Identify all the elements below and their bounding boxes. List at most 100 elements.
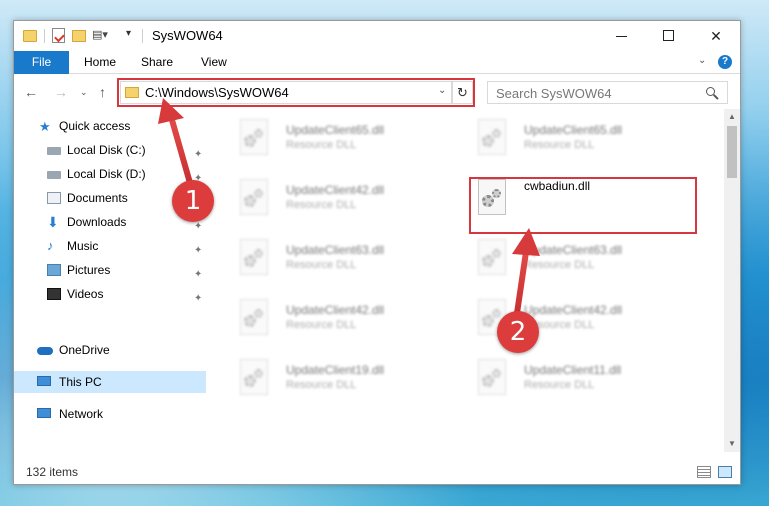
file-item[interactable]: UpdateClient19.dll Resource DLL [236,357,456,405]
item-count: 132 items [26,465,79,479]
file-name: UpdateClient42.dll [286,183,385,197]
scroll-up-icon[interactable]: ▲ [728,112,736,121]
up-button[interactable]: ↑ [99,84,106,100]
sidebar-item-label: Local Disk (D:) [67,167,146,181]
expand-ribbon-icon[interactable]: ⌄ [698,55,706,66]
properties-icon[interactable] [52,28,65,43]
file-type: Resource DLL [524,139,595,151]
maximize-icon [663,30,674,41]
dll-file-icon [236,359,272,403]
minimize-button[interactable] [599,21,645,51]
file-highlight-box [469,177,697,234]
title-bar: ▤▾ ▾ SysWOW64 ✕ [14,21,740,51]
sidebar-item-network[interactable]: Network [14,403,206,425]
file-type: Resource DLL [524,379,595,391]
close-icon: ✕ [710,28,722,44]
dll-file-icon [474,359,510,403]
sidebar-item-local-disk-d[interactable]: Local Disk (D:) ✦ [14,163,206,185]
file-name: UpdateClient63.dll [524,243,623,257]
tab-file[interactable]: File [14,51,69,74]
sidebar-item-label: Music [67,239,99,253]
toolbar-divider [44,29,45,43]
pictures-icon [47,264,61,276]
pin-icon[interactable]: ✦ [194,288,202,310]
sidebar-item-local-disk-c[interactable]: Local Disk (C:) ✦ [14,139,206,161]
sidebar-item-label: Pictures [67,263,111,277]
scroll-down-icon[interactable]: ▼ [728,439,736,448]
sidebar-item-label: Videos [67,287,104,301]
cloud-icon [37,347,53,355]
videos-icon [47,288,61,300]
customize-toolbar-icon[interactable]: ▾ [126,28,131,44]
sidebar-item-label: Documents [67,191,128,205]
dll-file-icon [474,119,510,163]
search-input[interactable]: Search SysWOW64 [487,81,728,104]
window-title: SysWOW64 [152,28,223,43]
file-name: UpdateClient63.dll [286,243,385,257]
navigation-pane: ★ Quick access Local Disk (C:) ✦ Local D… [14,109,210,452]
file-name: UpdateClient42.dll [524,303,623,317]
back-button[interactable]: ← [24,84,38,100]
ribbon-tabs: File Home Share View ⌄ ? [14,51,740,74]
details-view-icon[interactable] [697,466,711,478]
tab-share[interactable]: Share [129,51,185,74]
forward-button[interactable]: → [54,84,68,100]
disk-icon [47,171,61,179]
file-item[interactable]: UpdateClient65.dll Resource DLL [474,117,694,165]
dll-file-icon [236,179,272,223]
maximize-button[interactable] [646,21,692,51]
file-type: Resource DLL [286,199,357,211]
music-icon: ♪ [47,238,54,253]
sidebar-item-videos[interactable]: Videos ✦ [14,283,206,305]
step-1-badge: 1 [172,180,214,222]
file-name: UpdateClient19.dll [286,363,385,377]
disk-icon [47,147,61,155]
tab-view[interactable]: View [189,51,239,74]
sidebar-item-quick-access[interactable]: ★ Quick access [14,115,206,137]
vertical-scrollbar[interactable]: ▲ ▼ [724,109,740,452]
sidebar-item-label: Local Disk (C:) [67,143,146,157]
dll-file-icon [474,239,510,283]
network-icon [37,408,51,418]
scrollbar-thumb[interactable] [727,126,737,178]
sidebar-item-music[interactable]: ♪ Music ✦ [14,235,206,257]
file-name: UpdateClient42.dll [286,303,385,317]
large-icons-view-icon[interactable] [718,466,732,478]
star-icon: ★ [39,119,51,134]
sidebar-item-label: Network [59,407,104,421]
computer-icon [37,376,51,386]
file-item[interactable]: UpdateClient63.dll Resource DLL [236,237,456,285]
dll-file-icon [236,239,272,283]
documents-icon [47,192,61,204]
file-item[interactable]: UpdateClient42.dll Resource DLL [236,177,456,225]
sidebar-item-pictures[interactable]: Pictures ✦ [14,259,206,281]
view-options-icon[interactable]: ▤▾ [92,29,110,41]
help-icon[interactable]: ? [718,55,732,69]
file-name: UpdateClient65.dll [286,123,385,137]
search-placeholder: Search SysWOW64 [496,86,612,101]
title-divider [142,29,143,43]
new-folder-icon[interactable] [72,30,86,42]
sidebar-item-onedrive[interactable]: OneDrive [14,339,206,361]
sidebar-item-label: Quick access [59,119,131,133]
download-icon: ⬇ [47,214,59,230]
navigation-bar: ← → ⌄ ↑ C:\Windows\SysWOW64 ⌄ ↻ Search S… [14,75,740,109]
file-type: Resource DLL [524,259,595,271]
file-item[interactable]: UpdateClient11.dll Resource DLL [474,357,694,405]
file-item[interactable]: UpdateClient63.dll Resource DLL [474,237,694,285]
file-list: UpdateClient65.dll Resource DLL UpdateCl… [210,109,724,452]
folder-icon [23,30,37,42]
file-item[interactable]: UpdateClient42.dll Resource DLL [236,297,456,345]
close-button[interactable]: ✕ [693,21,739,51]
search-icon[interactable] [706,87,715,96]
sidebar-item-label: This PC [59,375,102,389]
file-type: Resource DLL [286,319,357,331]
sidebar-item-label: Downloads [67,215,127,229]
sidebar-item-label: OneDrive [59,343,110,357]
tab-home[interactable]: Home [72,51,128,74]
sidebar-item-this-pc[interactable]: This PC [14,371,206,393]
minimize-icon [616,36,627,37]
recent-locations-button[interactable]: ⌄ [80,87,88,98]
file-name: UpdateClient65.dll [524,123,623,137]
file-item[interactable]: UpdateClient65.dll Resource DLL [236,117,456,165]
